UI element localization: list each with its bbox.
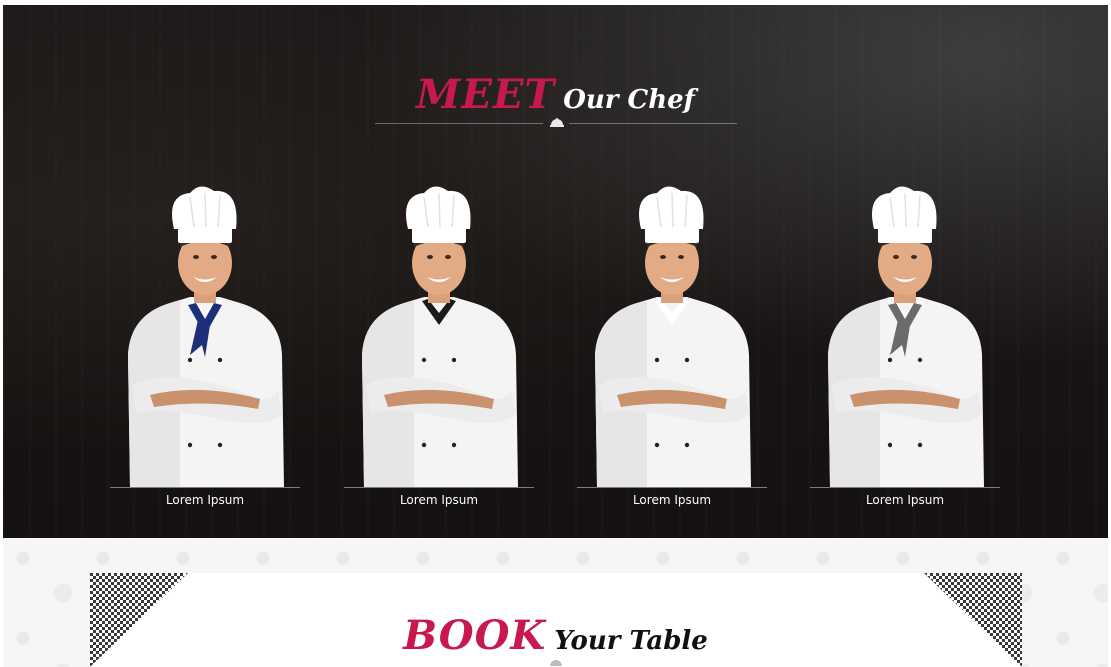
book-title-rest: Your Table (554, 626, 708, 656)
title-divider (375, 117, 737, 129)
book-your-table-section: BOOK Your Table (3, 538, 1108, 667)
chef-card[interactable]: Lorem Ipsum (577, 185, 767, 515)
chef-name: Lorem Ipsum (165, 493, 245, 507)
chef-photo (362, 186, 518, 487)
chef-name: Lorem Ipsum (399, 493, 479, 507)
chef-divider (110, 487, 300, 488)
chef-divider (577, 487, 767, 488)
chef-divider (344, 487, 534, 488)
chef-photo (828, 186, 984, 487)
chef-photo (595, 186, 751, 487)
chef-name: Lorem Ipsum (632, 493, 712, 507)
left-border (0, 0, 3, 667)
chef-title-rest: Our Chef (563, 85, 695, 115)
book-section-title: BOOK Your Table (3, 612, 1108, 659)
cloche-icon (550, 118, 564, 127)
cloche-icon (550, 660, 562, 666)
meet-our-chef-section: MEET Our Chef Lorem Ipsum Lorem Ipsum Lo… (3, 5, 1108, 538)
chef-card[interactable]: Lorem Ipsum (810, 185, 1000, 515)
book-title-accent: BOOK (403, 612, 547, 659)
chef-section-title: MEET Our Chef (3, 71, 1108, 118)
chef-divider (810, 487, 1000, 488)
chef-card[interactable]: Lorem Ipsum (110, 185, 300, 515)
chef-title-accent: MEET (416, 71, 556, 118)
chef-photo (128, 186, 284, 487)
chef-card[interactable]: Lorem Ipsum (344, 185, 534, 515)
chef-name: Lorem Ipsum (865, 493, 945, 507)
